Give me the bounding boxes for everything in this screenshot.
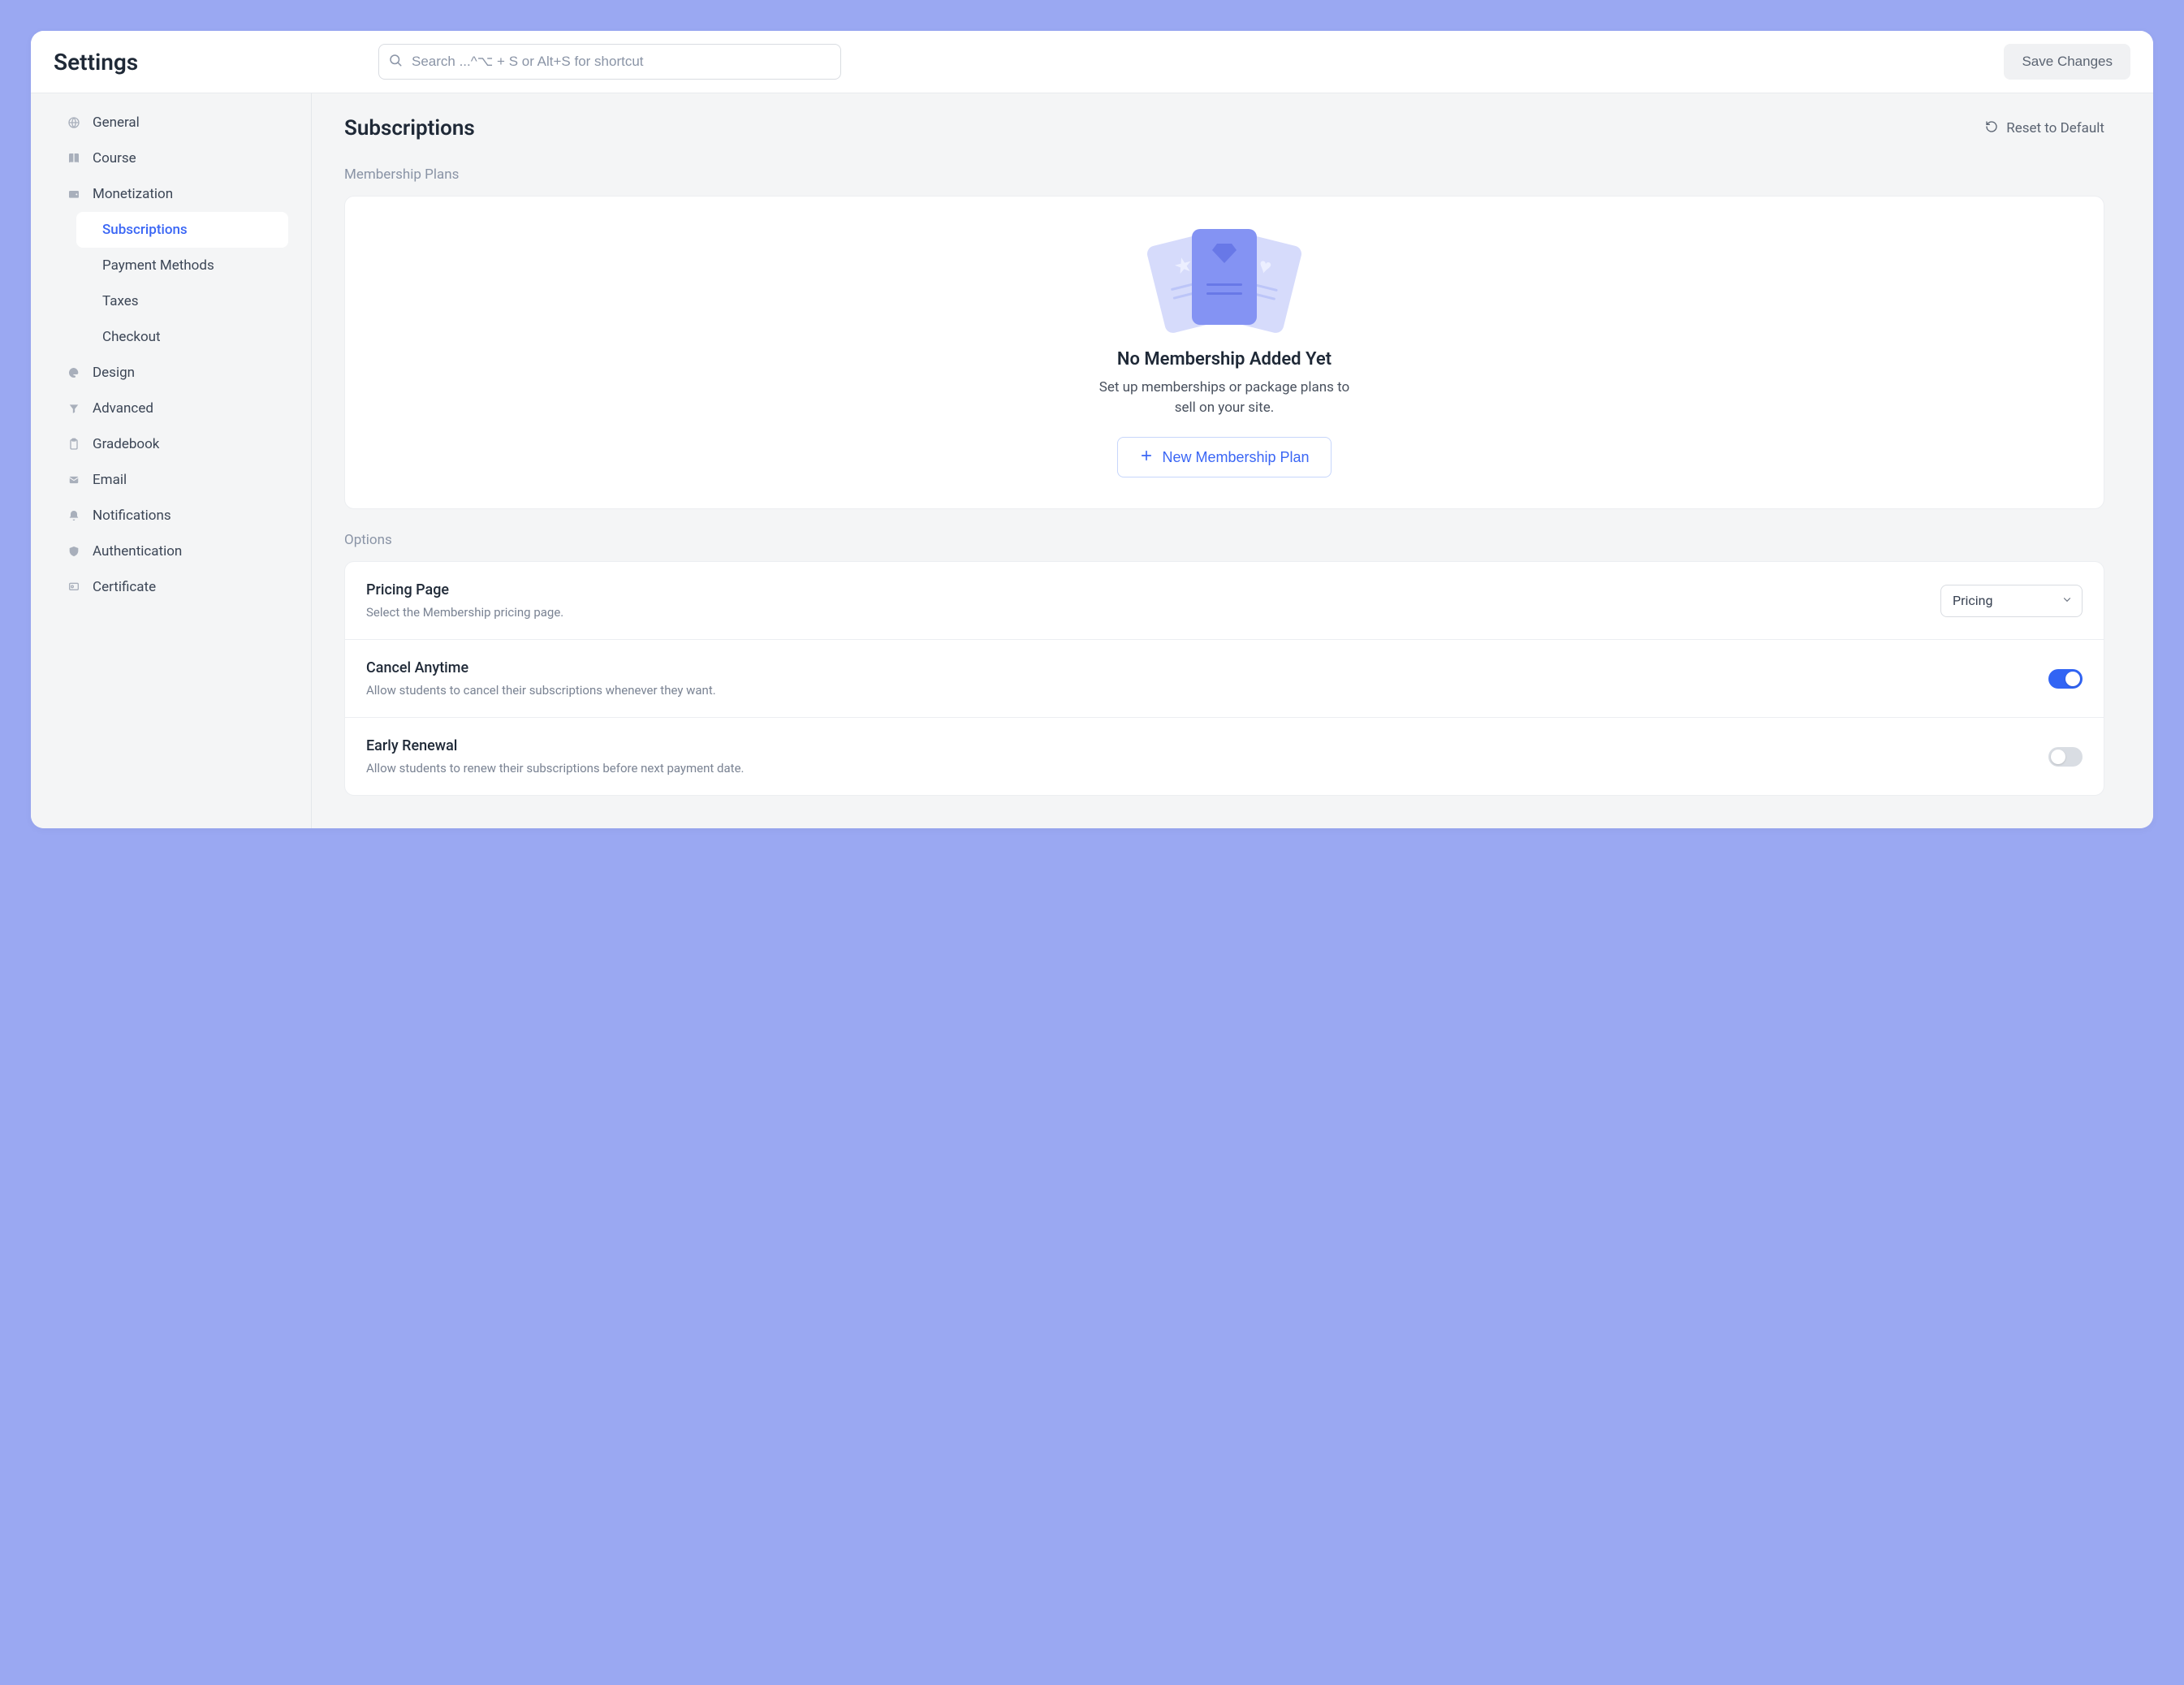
- sidebar: General Course Monetization Subscriptions Pa…: [31, 93, 312, 828]
- reset-to-default-button[interactable]: Reset to Default: [1985, 120, 2104, 137]
- main-header: Subscriptions Reset to Default: [344, 116, 2104, 140]
- sidebar-item-authentication[interactable]: Authentication: [54, 534, 288, 569]
- membership-plans-card: ★ ♥ No M: [344, 196, 2104, 509]
- shield-icon: [67, 544, 81, 559]
- sidebar-item-label: Notifications: [93, 508, 171, 524]
- sidebar-item-label: Gradebook: [93, 436, 159, 452]
- option-desc: Select the Membership pricing page.: [366, 605, 563, 620]
- reset-icon: [1985, 120, 1998, 137]
- option-text: Cancel Anytime Allow students to cancel t…: [366, 659, 716, 698]
- sidebar-group: General Course Monetization Subscriptions Pa…: [31, 105, 311, 605]
- mail-icon: [67, 473, 81, 487]
- membership-illustration: ★ ♥: [1147, 229, 1301, 335]
- sidebar-subitem-payment-methods[interactable]: Payment Methods: [76, 248, 288, 283]
- sidebar-subitem-label: Taxes: [102, 293, 139, 309]
- membership-empty-state: ★ ♥ No M: [371, 223, 2078, 482]
- filter-icon: [67, 401, 81, 416]
- sidebar-item-general[interactable]: General: [54, 105, 288, 140]
- reset-label: Reset to Default: [2006, 120, 2104, 136]
- sidebar-subitem-label: Subscriptions: [102, 222, 188, 238]
- sidebar-item-label: Monetization: [93, 186, 173, 202]
- option-text: Pricing Page Select the Membership pricin…: [366, 581, 563, 620]
- sidebar-item-notifications[interactable]: Notifications: [54, 498, 288, 534]
- diamond-icon: [1212, 244, 1237, 269]
- option-desc: Allow students to cancel their subscript…: [366, 683, 716, 698]
- option-row-pricing-page: Pricing Page Select the Membership pricin…: [345, 562, 2104, 640]
- page-heading: Settings: [54, 49, 362, 76]
- sidebar-item-label: General: [93, 114, 140, 131]
- sidebar-item-course[interactable]: Course: [54, 140, 288, 176]
- sidebar-item-gradebook[interactable]: Gradebook: [54, 426, 288, 462]
- sidebar-item-label: Course: [93, 150, 136, 166]
- option-row-early-renewal: Early Renewal Allow students to renew the…: [345, 718, 2104, 795]
- main: Subscriptions Reset to Default Membershi…: [312, 93, 2153, 828]
- toggle-knob: [2065, 672, 2080, 686]
- toggle-knob: [2051, 750, 2065, 764]
- options-label: Options: [344, 532, 2104, 548]
- sidebar-subitem-label: Checkout: [102, 329, 161, 345]
- page-title: Subscriptions: [344, 116, 475, 140]
- membership-plans-label: Membership Plans: [344, 166, 2104, 183]
- cancel-anytime-toggle[interactable]: [2048, 669, 2083, 689]
- sidebar-item-monetization[interactable]: Monetization: [54, 176, 288, 212]
- sidebar-item-label: Email: [93, 472, 127, 488]
- select-value[interactable]: Pricing: [1940, 585, 2083, 617]
- search-icon: [388, 53, 403, 71]
- clipboard-icon: [67, 437, 81, 451]
- option-title: Cancel Anytime: [366, 659, 716, 676]
- body-area: General Course Monetization Subscriptions Pa…: [31, 93, 2153, 828]
- option-text: Early Renewal Allow students to renew the…: [366, 737, 744, 776]
- empty-state-desc: Set up memberships or package plans to s…: [1098, 378, 1350, 417]
- option-desc: Allow students to renew their subscripti…: [366, 761, 744, 776]
- badge-icon: [67, 580, 81, 594]
- sidebar-item-label: Advanced: [93, 400, 153, 417]
- early-renewal-toggle[interactable]: [2048, 747, 2083, 767]
- sidebar-subitems-monetization: Subscriptions Payment Methods Taxes Checkou…: [54, 212, 288, 355]
- globe-icon: [67, 115, 81, 130]
- plus-icon: [1139, 448, 1154, 467]
- save-button[interactable]: Save Changes: [2004, 44, 2130, 80]
- options-card: Pricing Page Select the Membership pricin…: [344, 561, 2104, 796]
- sidebar-item-label: Authentication: [93, 543, 182, 560]
- empty-state-title: No Membership Added Yet: [1117, 349, 1332, 369]
- sidebar-item-certificate[interactable]: Certificate: [54, 569, 288, 605]
- pricing-page-select[interactable]: Pricing: [1940, 585, 2083, 617]
- sidebar-item-label: Design: [93, 365, 135, 381]
- sidebar-subitem-checkout[interactable]: Checkout: [76, 319, 288, 355]
- heart-icon: ♥: [1256, 253, 1274, 280]
- wallet-icon: [67, 187, 81, 201]
- sidebar-item-design[interactable]: Design: [54, 355, 288, 391]
- search-input-wrap: [378, 44, 841, 80]
- option-title: Pricing Page: [366, 581, 563, 598]
- sidebar-subitem-label: Payment Methods: [102, 257, 214, 274]
- sidebar-subitem-subscriptions[interactable]: Subscriptions: [76, 212, 288, 248]
- book-icon: [67, 151, 81, 166]
- palette-icon: [67, 365, 81, 380]
- app-window: Settings Save Changes General Course Monet…: [31, 31, 2153, 828]
- sidebar-subitem-taxes[interactable]: Taxes: [76, 283, 288, 319]
- sidebar-item-email[interactable]: Email: [54, 462, 288, 498]
- option-row-cancel-anytime: Cancel Anytime Allow students to cancel t…: [345, 640, 2104, 718]
- topbar: Settings Save Changes: [31, 31, 2153, 93]
- option-title: Early Renewal: [366, 737, 744, 754]
- sidebar-item-advanced[interactable]: Advanced: [54, 391, 288, 426]
- new-membership-plan-label: New Membership Plan: [1162, 449, 1309, 466]
- new-membership-plan-button[interactable]: New Membership Plan: [1117, 437, 1331, 477]
- plan-card-center-icon: [1192, 229, 1257, 325]
- search-input[interactable]: [378, 44, 841, 80]
- bell-icon: [67, 508, 81, 523]
- search-wrap: [378, 44, 841, 80]
- sidebar-item-label: Certificate: [93, 579, 156, 595]
